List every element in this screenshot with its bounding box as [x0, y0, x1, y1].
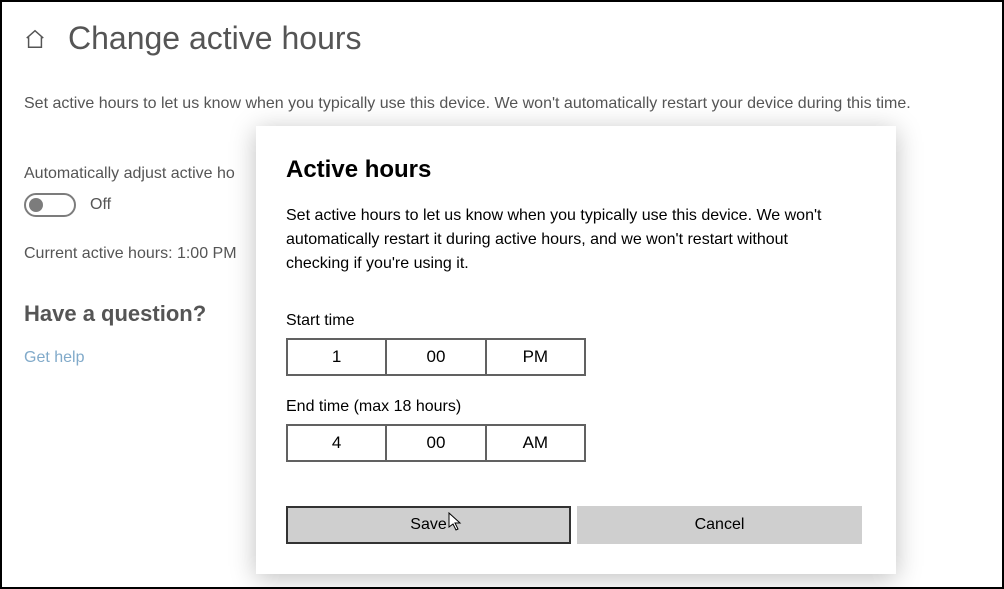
start-hour[interactable]: 1 [288, 340, 385, 374]
start-minute[interactable]: 00 [385, 340, 484, 374]
start-ampm[interactable]: PM [485, 340, 584, 374]
start-time-picker: 1 00 PM [286, 338, 586, 376]
dialog-body: Set active hours to let us know when you… [286, 204, 826, 276]
end-hour[interactable]: 4 [288, 426, 385, 460]
cancel-button[interactable]: Cancel [577, 506, 862, 544]
active-hours-dialog: Active hours Set active hours to let us … [256, 126, 896, 574]
end-time-picker: 4 00 AM [286, 424, 586, 462]
end-ampm[interactable]: AM [485, 426, 584, 460]
dialog-buttons: Save Cancel [286, 506, 862, 544]
end-minute[interactable]: 00 [385, 426, 484, 460]
end-time-label: End time (max 18 hours) [286, 398, 862, 416]
start-time-label: Start time [286, 312, 862, 330]
dialog-title: Active hours [286, 156, 862, 184]
save-button[interactable]: Save [286, 506, 571, 544]
